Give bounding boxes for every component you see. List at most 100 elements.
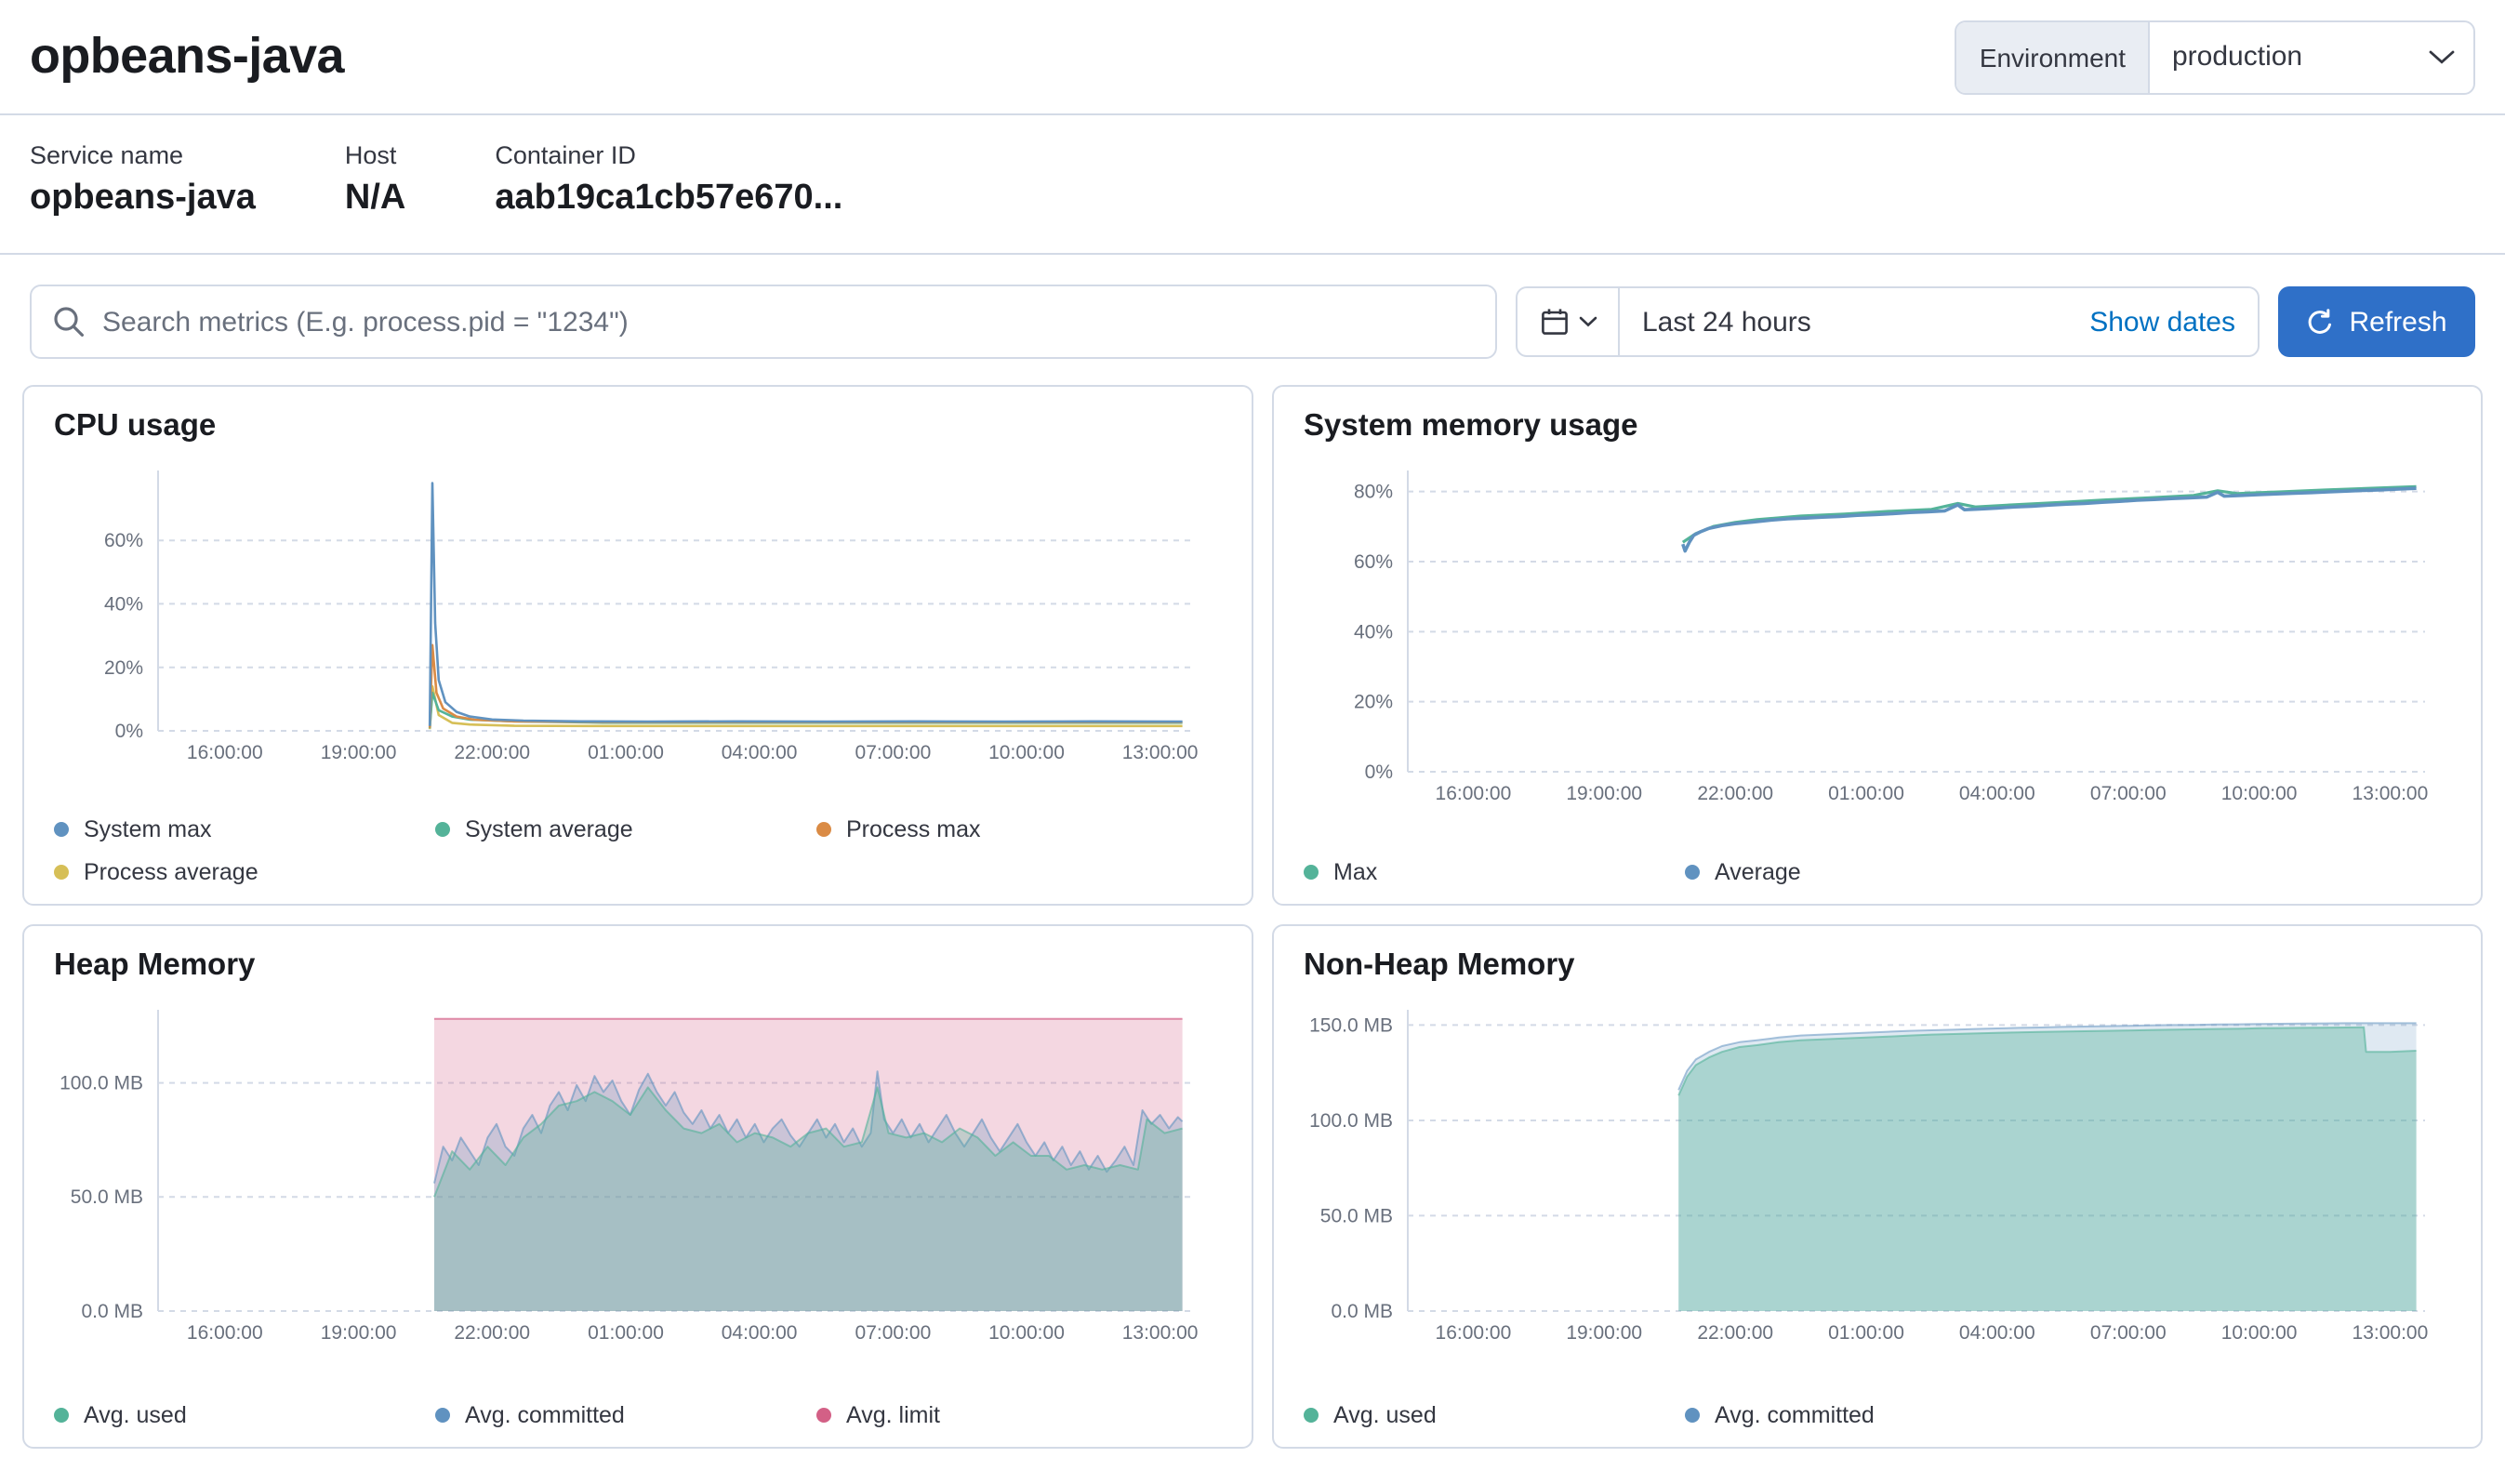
legend-label: Average xyxy=(1715,859,1801,885)
legend-dot xyxy=(1685,865,1700,880)
svg-text:60%: 60% xyxy=(104,530,143,551)
svg-text:22:00:00: 22:00:00 xyxy=(1697,1322,1773,1344)
svg-text:07:00:00: 07:00:00 xyxy=(855,742,932,763)
environment-label: Environment xyxy=(1957,21,2150,92)
legend-label: Process average xyxy=(84,859,258,885)
legend-dot xyxy=(54,865,69,880)
chart-title-heap-memory: Heap Memory xyxy=(54,948,1222,984)
svg-text:40%: 40% xyxy=(104,593,143,615)
svg-text:22:00:00: 22:00:00 xyxy=(454,742,530,763)
legend-item-system-average[interactable]: System average xyxy=(435,816,816,842)
legend-item-avg-limit[interactable]: Avg. limit xyxy=(816,1402,1198,1428)
refresh-label: Refresh xyxy=(2349,306,2446,338)
show-dates-link[interactable]: Show dates xyxy=(2089,306,2258,338)
host-value: N/A xyxy=(345,179,405,219)
svg-text:100.0 MB: 100.0 MB xyxy=(60,1073,143,1094)
legend-label: Process max xyxy=(846,816,981,842)
legend-label: Avg. used xyxy=(84,1402,187,1428)
panel-non-heap-memory: Non-Heap Memory 0.0 MB50.0 MB100.0 MB150… xyxy=(1272,924,2483,1449)
host-label: Host xyxy=(345,141,405,169)
refresh-button[interactable]: Refresh xyxy=(2278,286,2475,357)
legend-item-avg-used[interactable]: Avg. used xyxy=(54,1402,435,1428)
svg-text:20%: 20% xyxy=(104,657,143,679)
svg-text:20%: 20% xyxy=(1354,692,1393,713)
container-id-value: aab19ca1cb57e670... xyxy=(495,179,842,219)
legend-item-avg-committed[interactable]: Avg. committed xyxy=(1685,1402,2066,1428)
legend-label: Avg. used xyxy=(1333,1402,1437,1428)
app-viewport: opbeans-java Environment production Serv… xyxy=(0,0,2505,1484)
legend-dot xyxy=(435,822,450,837)
environment-select[interactable]: production xyxy=(2150,21,2473,92)
svg-text:07:00:00: 07:00:00 xyxy=(855,1322,932,1344)
svg-text:13:00:00: 13:00:00 xyxy=(2353,1322,2429,1344)
system-memory-usage-chart[interactable]: 0%20%40%60%80%16:00:0019:00:0022:00:0001… xyxy=(1304,456,2451,809)
svg-text:22:00:00: 22:00:00 xyxy=(454,1322,530,1344)
svg-text:60%: 60% xyxy=(1354,551,1393,573)
refresh-icon xyxy=(2306,308,2334,336)
chevron-down-icon xyxy=(2429,49,2455,64)
date-picker: Last 24 hours Show dates xyxy=(1516,286,2260,357)
heap-memory-chart[interactable]: 0.0 MB50.0 MB100.0 MB16:00:0019:00:0022:… xyxy=(54,995,1222,1348)
container-id-label: Container ID xyxy=(495,141,842,169)
heap-memory-legend: Avg. used Avg. committed Avg. limit xyxy=(54,1384,1222,1428)
svg-text:07:00:00: 07:00:00 xyxy=(2090,1322,2167,1344)
svg-text:04:00:00: 04:00:00 xyxy=(722,742,798,763)
host-block: Host N/A xyxy=(345,141,405,219)
search-input[interactable] xyxy=(32,286,1495,357)
svg-text:13:00:00: 13:00:00 xyxy=(2353,783,2429,804)
legend-label: System average xyxy=(465,816,633,842)
svg-text:19:00:00: 19:00:00 xyxy=(321,742,397,763)
legend-label: System max xyxy=(84,816,212,842)
legend-item-max[interactable]: Max xyxy=(1304,859,1685,885)
legend-item-avg-committed[interactable]: Avg. committed xyxy=(435,1402,816,1428)
chart-title-system-memory-usage: System memory usage xyxy=(1304,409,2451,444)
legend-dot xyxy=(1304,1408,1319,1423)
svg-text:01:00:00: 01:00:00 xyxy=(1828,783,1904,804)
svg-text:16:00:00: 16:00:00 xyxy=(187,1322,263,1344)
legend-item-system-max[interactable]: System max xyxy=(54,816,435,842)
service-name-label: Service name xyxy=(30,141,256,169)
svg-text:0%: 0% xyxy=(115,721,143,742)
legend-item-avg-used[interactable]: Avg. used xyxy=(1304,1402,1685,1428)
svg-text:01:00:00: 01:00:00 xyxy=(588,1322,664,1344)
svg-text:04:00:00: 04:00:00 xyxy=(1959,783,2035,804)
cpu-usage-legend: System max System average Process max Proce… xyxy=(54,798,1222,885)
system-memory-usage-legend: Max Average xyxy=(1304,841,2451,885)
service-info-bar: Service name opbeans-java Host N/A Conta… xyxy=(0,115,2505,255)
svg-text:0%: 0% xyxy=(1365,762,1393,783)
legend-label: Max xyxy=(1333,859,1377,885)
date-picker-quick-menu[interactable] xyxy=(1518,288,1620,355)
search-icon xyxy=(52,305,86,338)
svg-text:100.0 MB: 100.0 MB xyxy=(1309,1110,1393,1132)
svg-text:80%: 80% xyxy=(1354,482,1393,503)
service-title: opbeans-java xyxy=(30,28,344,86)
svg-text:19:00:00: 19:00:00 xyxy=(321,1322,397,1344)
svg-text:0.0 MB: 0.0 MB xyxy=(1331,1301,1393,1322)
legend-dot xyxy=(54,822,69,837)
environment-value: production xyxy=(2172,41,2302,73)
svg-text:10:00:00: 10:00:00 xyxy=(2221,783,2298,804)
svg-text:10:00:00: 10:00:00 xyxy=(988,1322,1065,1344)
legend-label: Avg. committed xyxy=(465,1402,625,1428)
time-range-value[interactable]: Last 24 hours xyxy=(1620,306,2089,338)
legend-item-process-average[interactable]: Process average xyxy=(54,859,435,885)
panel-heap-memory: Heap Memory 0.0 MB50.0 MB100.0 MB16:00:0… xyxy=(22,924,1253,1449)
non-heap-memory-chart[interactable]: 0.0 MB50.0 MB100.0 MB150.0 MB16:00:0019:… xyxy=(1304,995,2451,1348)
svg-text:04:00:00: 04:00:00 xyxy=(1959,1322,2035,1344)
legend-label: Avg. limit xyxy=(846,1402,940,1428)
chevron-down-icon xyxy=(1578,316,1597,327)
legend-item-process-max[interactable]: Process max xyxy=(816,816,1198,842)
legend-label: Avg. committed xyxy=(1715,1402,1875,1428)
service-name-block: Service name opbeans-java xyxy=(30,141,256,219)
non-heap-memory-legend: Avg. used Avg. committed xyxy=(1304,1384,2451,1428)
environment-selector[interactable]: Environment production xyxy=(1955,20,2475,94)
legend-item-average[interactable]: Average xyxy=(1685,859,2066,885)
cpu-usage-chart[interactable]: 0%20%40%60%16:00:0019:00:0022:00:0001:00… xyxy=(54,456,1222,768)
calendar-icon xyxy=(1539,307,1569,337)
svg-text:0.0 MB: 0.0 MB xyxy=(81,1301,143,1322)
svg-text:01:00:00: 01:00:00 xyxy=(588,742,664,763)
svg-text:50.0 MB: 50.0 MB xyxy=(1320,1205,1393,1226)
chart-title-non-heap-memory: Non-Heap Memory xyxy=(1304,948,2451,984)
metrics-toolbar: Last 24 hours Show dates Refresh xyxy=(0,255,2505,385)
legend-dot xyxy=(816,822,831,837)
